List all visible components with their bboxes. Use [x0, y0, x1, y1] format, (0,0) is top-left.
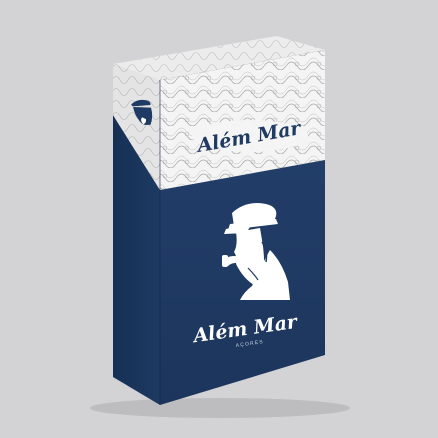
cigarette-box-mockup: Além Mar Além Mar AÇORES — [90, 36, 350, 418]
product-scene: Além Mar Além Mar AÇORES — [0, 0, 438, 438]
box-shadow — [90, 398, 350, 418]
